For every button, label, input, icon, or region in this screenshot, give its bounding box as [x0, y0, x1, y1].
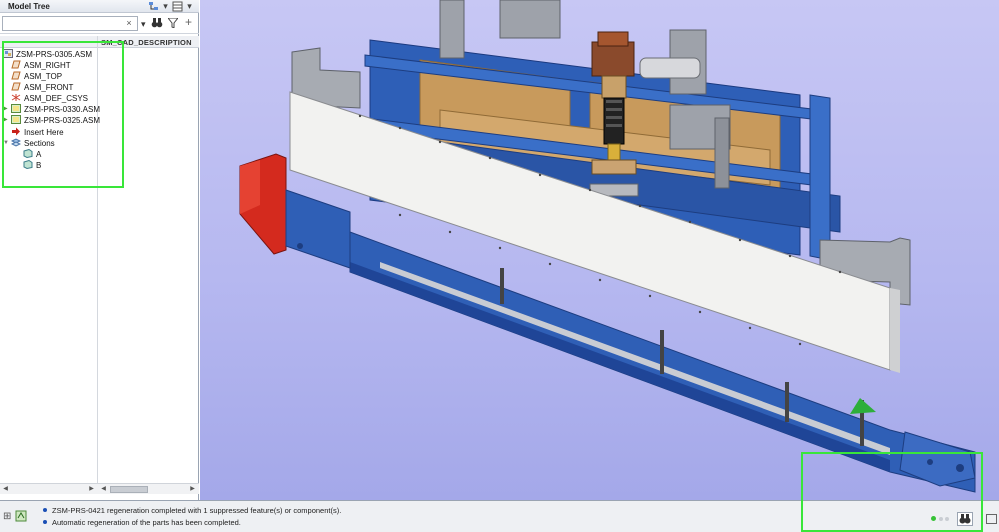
tree-item-label: ZSM-PRS-0325.ASM [24, 116, 101, 125]
tree-settings-icon[interactable] [148, 1, 159, 12]
cad-model-render[interactable] [200, 0, 999, 500]
expand-arrow-icon[interactable]: ▶ [3, 115, 9, 126]
insert-arrow-icon [12, 127, 20, 136]
show-columns-icon[interactable] [172, 1, 183, 12]
scroll-right-arrow-icon[interactable]: ▶ [188, 485, 197, 494]
regen-status-dot-icon [939, 517, 943, 521]
tree-item-label: ZSM-PRS-0305.ASM [16, 50, 93, 59]
add-column-icon[interactable]: + [185, 16, 192, 28]
graphics-viewport[interactable] [200, 0, 999, 500]
find-binoculars-icon[interactable] [151, 17, 163, 31]
tree-item-asm-def-csys[interactable]: ASM_DEF_CSYS [11, 93, 88, 104]
tree-item-sections[interactable]: Sections [11, 138, 55, 149]
find-binoculars-icon [959, 514, 971, 524]
tree-item-section-b[interactable]: B [23, 160, 41, 171]
section-icon [23, 160, 33, 169]
datum-plane-icon [11, 60, 21, 69]
model-tree-title: Model Tree [8, 2, 50, 11]
datum-plane-icon [11, 82, 21, 91]
model-tree-panel: Model Tree ▾ ▾ × ▾ + SM_CAD_DESCRIPTION … [0, 0, 199, 500]
tree-item-insert-here[interactable]: Insert Here [11, 127, 64, 138]
scroll-left-arrow-icon[interactable]: ◀ [1, 485, 10, 494]
tree-item-asm-front[interactable]: ASM_FRONT [11, 82, 73, 93]
tree-item-label: ASM_RIGHT [24, 61, 71, 70]
subassembly-icon [11, 115, 21, 124]
regen-status-light-icon [931, 516, 936, 521]
regen-status-dot-icon [945, 517, 949, 521]
tree-item-label: ZSM-PRS-0330.ASM [24, 105, 101, 114]
status-message: ZSM-PRS-0421 regeneration completed with… [43, 506, 341, 515]
tree-item-asm-right[interactable]: ASM_RIGHT [11, 60, 71, 71]
tree-item-label: Insert Here [24, 128, 64, 137]
tree-item-label: ASM_DEF_CSYS [24, 94, 89, 103]
scroll-left-arrow-icon[interactable]: ◀ [99, 485, 108, 494]
show-dropdown-icon[interactable]: ▾ [184, 1, 195, 12]
section-icon [23, 149, 33, 158]
tree-search-input[interactable] [2, 16, 138, 31]
tree-item-label: ASM_FRONT [24, 83, 74, 92]
tree-item-subassembly-0325[interactable]: ZSM-PRS-0325.ASM [11, 115, 100, 126]
tree-item-asm-top[interactable]: ASM_TOP [11, 71, 62, 82]
sections-icon [11, 138, 21, 147]
datum-plane-icon [11, 71, 21, 80]
status-bar: ⊞ ZSM-PRS-0421 regeneration completed wi… [0, 500, 999, 532]
info-bullet-icon [43, 520, 47, 524]
expand-arrow-icon[interactable]: ▶ [3, 104, 9, 115]
scroll-right-arrow-icon[interactable]: ▶ [87, 485, 96, 494]
assembly-icon [3, 49, 13, 58]
tree-item-label: A [36, 150, 42, 159]
info-bullet-icon [43, 508, 47, 512]
column-header-description[interactable]: SM_CAD_DESCRIPTION [101, 38, 192, 47]
window-toggle-icon[interactable] [986, 514, 997, 524]
tree-item-label: Sections [24, 139, 55, 148]
status-message-text: Automatic regeneration of the parts has … [52, 518, 241, 527]
csys-icon [11, 94, 21, 101]
tree-horizontal-scrollbar[interactable]: ◀ ▶ ◀ ▶ [0, 483, 199, 494]
tree-item-root-assembly[interactable]: ZSM-PRS-0305.ASM [3, 49, 92, 60]
clear-search-icon[interactable]: × [124, 18, 134, 28]
tree-column-header: SM_CAD_DESCRIPTION [0, 36, 199, 48]
tree-settings-dropdown-icon[interactable]: ▾ [160, 1, 171, 12]
status-message-text: ZSM-PRS-0421 regeneration completed with… [52, 506, 342, 515]
find-button[interactable] [957, 512, 973, 526]
tree-item-label: B [36, 161, 42, 170]
tree-item-label: ASM_TOP [24, 72, 63, 81]
regenerate-icon[interactable] [15, 510, 27, 524]
model-tree-header: Model Tree ▾ ▾ [0, 0, 199, 13]
tree-item-subassembly-0330[interactable]: ZSM-PRS-0330.ASM [11, 104, 100, 115]
filter-icon[interactable] [166, 17, 180, 30]
tree-item-section-a[interactable]: A [23, 149, 41, 160]
message-log-icon[interactable]: ⊞ [3, 511, 11, 522]
scrollbar-thumb[interactable] [110, 486, 148, 493]
collapse-arrow-icon[interactable]: ▼ [3, 138, 9, 149]
search-dropdown-icon[interactable]: ▾ [141, 19, 146, 29]
tree-filter-row: × ▾ + [0, 14, 199, 34]
status-message: Automatic regeneration of the parts has … [43, 518, 241, 527]
subassembly-icon [11, 104, 21, 113]
